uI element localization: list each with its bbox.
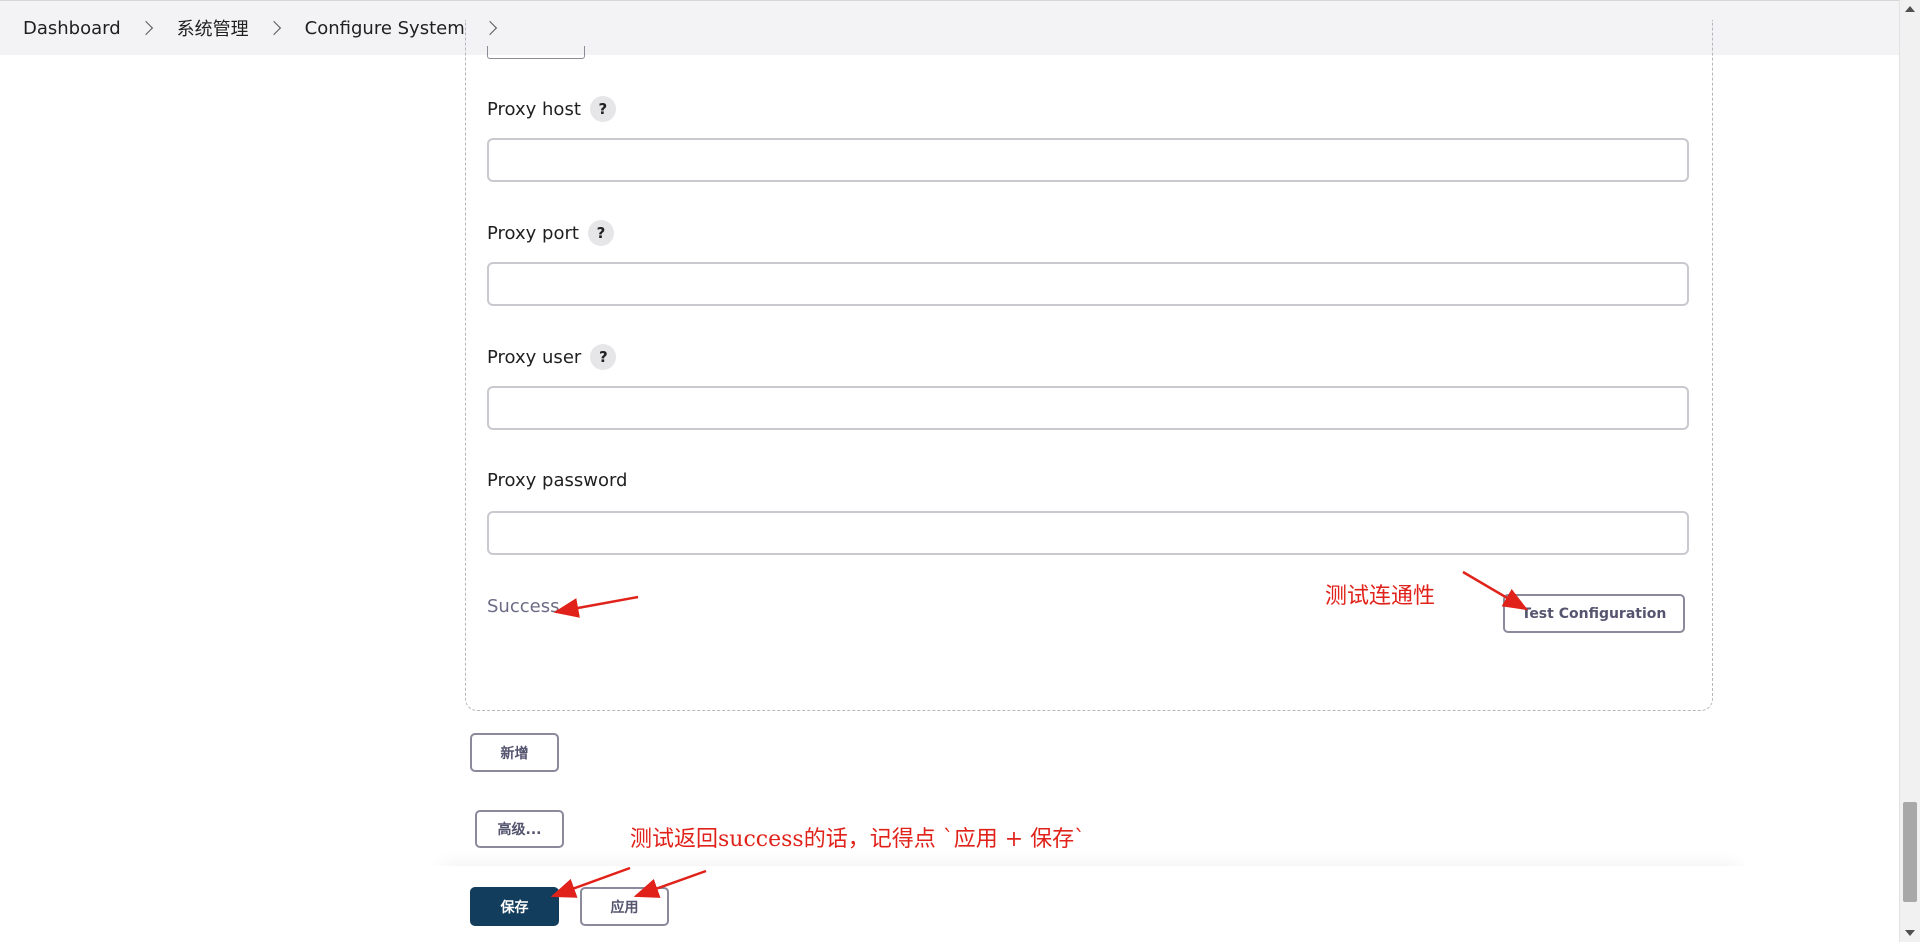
- proxy-host-label: Proxy host ?: [487, 96, 616, 122]
- proxy-port-label: Proxy port ?: [487, 220, 614, 246]
- proxy-port-label-text: Proxy port: [487, 222, 579, 244]
- breadcrumb-item-configure-system[interactable]: Configure System: [305, 18, 465, 39]
- add-button[interactable]: 新增: [470, 733, 559, 772]
- status-message: Success: [487, 596, 560, 617]
- proxy-user-input[interactable]: [487, 386, 1689, 430]
- help-icon[interactable]: ?: [590, 344, 617, 370]
- save-button[interactable]: 保存: [470, 887, 559, 926]
- advanced-button[interactable]: 高级...: [475, 810, 564, 848]
- proxy-host-label-text: Proxy host: [487, 98, 581, 120]
- vertical-scrollbar[interactable]: [1899, 0, 1920, 942]
- chevron-right-icon: [138, 20, 153, 36]
- scroll-down-icon[interactable]: [1905, 930, 1915, 936]
- scrollbar-thumb[interactable]: [1903, 802, 1917, 902]
- help-icon[interactable]: ?: [587, 220, 614, 246]
- breadcrumb-item-system-management[interactable]: 系统管理: [177, 15, 249, 41]
- proxy-password-input[interactable]: [487, 511, 1689, 555]
- proxy-user-label: Proxy user ?: [487, 344, 617, 370]
- proxy-password-label-text: Proxy password: [487, 470, 628, 491]
- proxy-host-input[interactable]: [487, 138, 1689, 182]
- breadcrumb-item-dashboard[interactable]: Dashboard: [23, 18, 121, 39]
- chevron-right-icon: [266, 20, 281, 36]
- apply-button[interactable]: 应用: [580, 887, 669, 926]
- annotation-test-connectivity: 测试连通性: [1325, 584, 1436, 609]
- help-icon[interactable]: ?: [589, 96, 616, 122]
- proxy-port-input[interactable]: [487, 262, 1689, 306]
- proxy-password-label: Proxy password: [487, 470, 627, 491]
- annotation-save-hint: 测试返回success的话，记得点 `应用 + 保存`: [630, 827, 1086, 852]
- proxy-user-label-text: Proxy user: [487, 346, 582, 368]
- test-configuration-button[interactable]: Test Configuration: [1503, 594, 1685, 633]
- previous-control-edge: [487, 46, 585, 59]
- scroll-up-icon[interactable]: [1905, 6, 1915, 12]
